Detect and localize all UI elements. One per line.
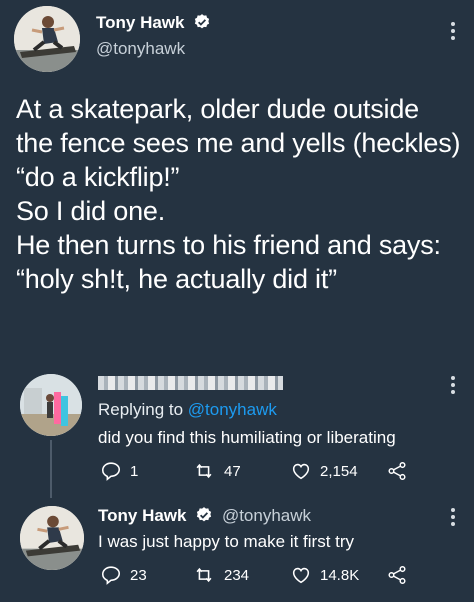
response-avatar-photo — [20, 506, 84, 570]
like-count: 2,154 — [320, 462, 358, 480]
share-icon — [388, 566, 406, 584]
reply-button[interactable]: 23 — [100, 564, 147, 586]
reply-count: 23 — [130, 566, 147, 584]
reply-count: 1 — [130, 462, 139, 480]
verified-icon — [197, 507, 212, 522]
retweet-count: 47 — [224, 462, 241, 480]
reply-avatar-photo — [20, 374, 82, 436]
more-icon[interactable] — [451, 376, 455, 394]
response-author-handle[interactable]: @tonyhawk — [222, 506, 311, 525]
share-button[interactable] — [386, 564, 408, 586]
share-button[interactable] — [386, 460, 408, 482]
retweet-count: 234 — [224, 566, 250, 584]
author-name[interactable]: Tony Hawk — [96, 13, 184, 32]
author-avatar[interactable] — [14, 6, 80, 72]
like-icon — [292, 463, 310, 480]
verified-icon — [194, 14, 210, 29]
reply-text: did you find this humiliating or liberat… — [98, 428, 396, 447]
reply-button[interactable]: 1 — [100, 460, 138, 482]
response-author-info: Tony Hawk @tonyhawk — [98, 506, 311, 526]
retweet-icon — [196, 567, 212, 583]
like-count: 14.8K — [320, 566, 360, 584]
share-icon — [388, 462, 406, 480]
retweet-icon — [196, 463, 212, 479]
like-button[interactable]: 2,154 — [290, 460, 358, 482]
avatar-photo — [14, 6, 80, 72]
response-author-name[interactable]: Tony Hawk — [98, 506, 186, 525]
retweet-button[interactable]: 47 — [192, 460, 241, 482]
retweet-button[interactable]: 234 — [192, 564, 249, 586]
author-handle[interactable]: @tonyhawk — [96, 39, 211, 59]
replying-to-label: Replying to — [98, 400, 184, 419]
author-info: Tony Hawk @tonyhawk — [96, 13, 211, 59]
like-icon — [292, 567, 310, 584]
like-button[interactable]: 14.8K — [290, 564, 359, 586]
replying-to: Replying to @tonyhawk — [98, 400, 277, 420]
more-icon[interactable] — [451, 22, 455, 40]
reply-avatar[interactable] — [20, 374, 82, 436]
redacted-author — [98, 376, 283, 390]
response-avatar[interactable] — [20, 506, 84, 570]
replying-to-handle[interactable]: @tonyhawk — [188, 400, 277, 419]
thread-line — [50, 440, 52, 498]
more-icon[interactable] — [451, 508, 455, 526]
response-text: I was just happy to make it first try — [98, 532, 355, 551]
tweet-text: At a skatepark, older dude outside the f… — [16, 94, 461, 294]
reply-icon — [101, 462, 121, 481]
reply-icon — [101, 566, 121, 585]
